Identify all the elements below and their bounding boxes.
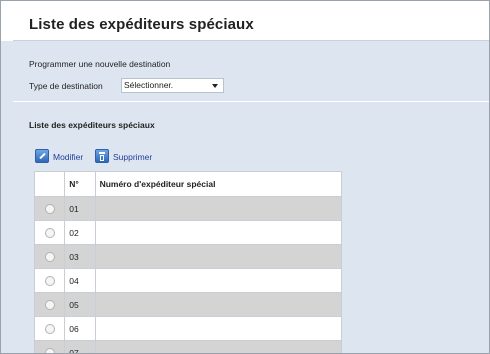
- window-frame: Liste des expéditeurs spéciaux Programme…: [0, 0, 490, 354]
- row-sender-number: [94, 220, 343, 245]
- table-row[interactable]: 04: [33, 268, 343, 293]
- row-number: 05: [64, 292, 96, 317]
- row-radio[interactable]: [44, 299, 55, 310]
- row-number: 07: [64, 340, 96, 353]
- table-row[interactable]: 05: [33, 292, 343, 317]
- section-divider: [13, 101, 489, 102]
- row-radio[interactable]: [44, 227, 55, 238]
- delete-button[interactable]: Supprimer: [95, 149, 175, 165]
- column-header-number: N°: [64, 171, 96, 197]
- title-divider: [13, 40, 489, 41]
- table-row[interactable]: 03: [33, 244, 343, 269]
- list-heading: Liste des expéditeurs spéciaux: [29, 120, 155, 130]
- destination-type-value: Sélectionner.: [124, 80, 174, 90]
- row-sender-number: [94, 340, 343, 353]
- row-sender-number: [94, 196, 343, 221]
- table-row[interactable]: 06: [33, 316, 343, 341]
- column-header-select: [33, 171, 66, 197]
- row-radio[interactable]: [44, 275, 55, 286]
- destination-type-select[interactable]: Sélectionner.: [121, 78, 224, 93]
- row-radio[interactable]: [44, 323, 55, 334]
- new-destination-heading: Programmer une nouvelle destination: [29, 59, 171, 69]
- row-radio[interactable]: [44, 251, 55, 262]
- title-bar: Liste des expéditeurs spéciaux: [1, 1, 489, 41]
- table-row[interactable]: 01: [33, 196, 343, 221]
- row-number: 06: [64, 316, 96, 341]
- special-senders-table: N° Numéro d'expéditeur spécial 01 02 03: [33, 171, 343, 353]
- edit-icon: [35, 149, 49, 163]
- row-number: 04: [64, 268, 96, 293]
- row-radio[interactable]: [44, 203, 55, 214]
- chevron-down-icon: [212, 84, 218, 88]
- table-row[interactable]: 02: [33, 220, 343, 245]
- column-header-sender-number: Numéro d'expéditeur spécial: [94, 171, 343, 197]
- table-row[interactable]: 07: [33, 340, 343, 353]
- table-header-row: N° Numéro d'expéditeur spécial: [33, 171, 343, 197]
- delete-label: Supprimer: [113, 152, 153, 162]
- edit-label: Modifier: [53, 152, 84, 162]
- destination-type-label: Type de destination: [29, 81, 103, 91]
- trash-icon: [95, 149, 109, 163]
- row-number: 03: [64, 244, 96, 269]
- edit-button[interactable]: Modifier: [35, 149, 95, 165]
- row-sender-number: [94, 268, 343, 293]
- page-title: Liste des expéditeurs spéciaux: [29, 16, 254, 33]
- row-radio[interactable]: [44, 347, 55, 353]
- row-number: 01: [64, 196, 96, 221]
- row-sender-number: [94, 244, 343, 269]
- row-number: 02: [64, 220, 96, 245]
- row-sender-number: [94, 316, 343, 341]
- row-sender-number: [94, 292, 343, 317]
